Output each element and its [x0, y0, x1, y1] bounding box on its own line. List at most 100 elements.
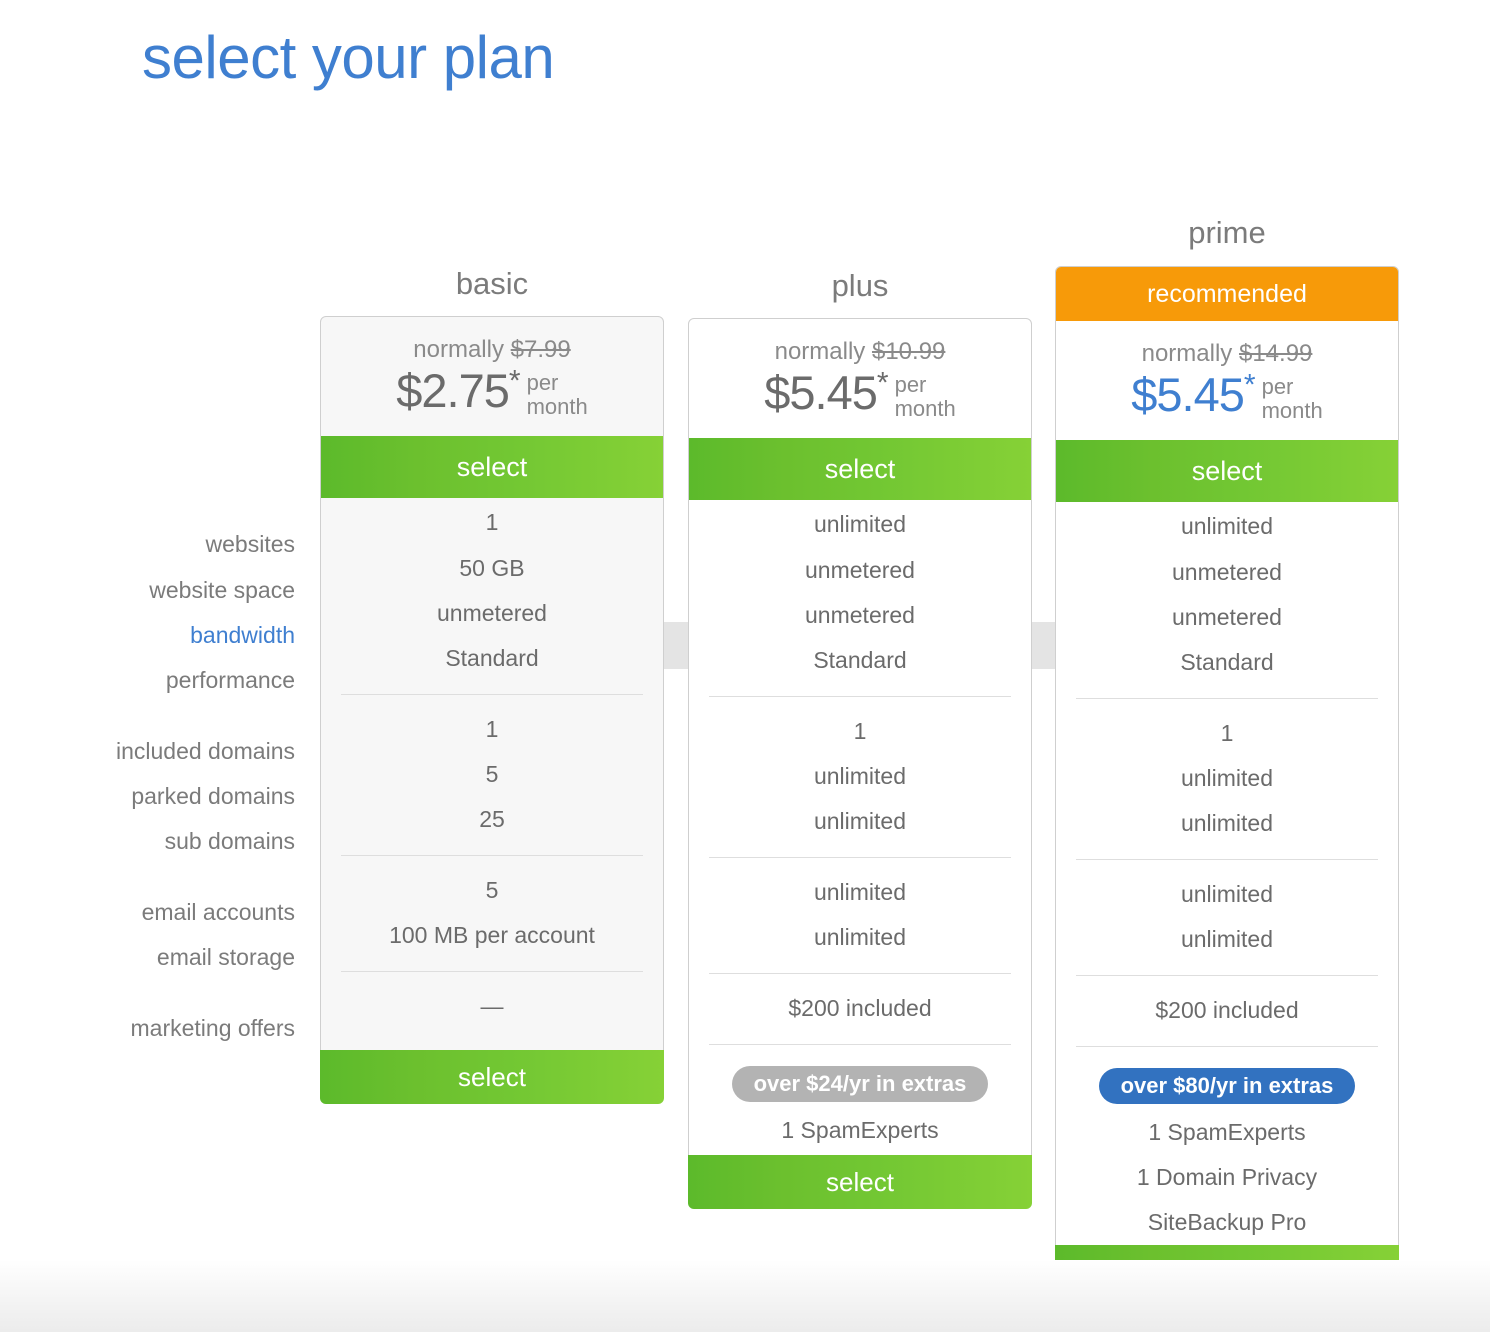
- value-marketing-offers-prime: $200 included: [1056, 988, 1398, 1033]
- value-included-domains-basic: 1: [321, 707, 663, 752]
- value-email-accounts-plus: unlimited: [689, 870, 1031, 915]
- normally-prefix: normally: [413, 336, 504, 363]
- feature-values-plus: unlimited unmetered unmetered Standard 1…: [689, 500, 1031, 1153]
- feature-label-email-accounts: email accounts: [60, 890, 295, 935]
- feature-label-website-space: website space: [60, 568, 295, 613]
- feature-label-sub-domains: sub domains: [60, 819, 295, 864]
- price-line-basic: $2.75* permonth: [396, 368, 587, 419]
- value-sub-domains-plus: unlimited: [689, 799, 1031, 844]
- select-button-top-basic[interactable]: select: [321, 436, 663, 498]
- value-parked-domains-plus: unlimited: [689, 754, 1031, 799]
- select-button-bottom-basic[interactable]: select: [320, 1050, 664, 1104]
- value-website-space-prime: unmetered: [1056, 550, 1398, 595]
- price-line-prime: $5.45* permonth: [1131, 372, 1322, 423]
- plan-name-prime: prime: [1055, 217, 1399, 248]
- select-button-top-prime[interactable]: select: [1056, 440, 1398, 502]
- group-separator: [709, 696, 1011, 697]
- plan-comparison: websites website space bandwidth perform…: [0, 0, 1490, 1332]
- extras-badge-row-prime: over $80/yr in extras: [1056, 1059, 1398, 1110]
- feature-values-basic: 1 50 GB unmetered Standard 1 5 25 5 100 …: [321, 498, 663, 1029]
- value-websites-plus: unlimited: [689, 500, 1031, 548]
- group-separator: [341, 694, 643, 695]
- footer-gradient-strip: [0, 1260, 1490, 1332]
- value-marketing-offers-basic: —: [321, 984, 663, 1029]
- value-performance-basic: Standard: [321, 636, 663, 681]
- normally-price-prime: normally $14.99: [1142, 342, 1313, 366]
- price-asterisk: *: [509, 365, 520, 398]
- value-email-accounts-basic: 5: [321, 868, 663, 913]
- feature-label-bandwidth[interactable]: bandwidth: [60, 613, 295, 658]
- group-separator: [1076, 975, 1378, 976]
- select-button-bottom-plus[interactable]: select: [688, 1155, 1032, 1209]
- feature-label-parked-domains: parked domains: [60, 774, 295, 819]
- old-price: $10.99: [872, 338, 945, 365]
- feature-label-websites: websites: [60, 520, 295, 568]
- price-amount-prime: $5.45*: [1131, 372, 1254, 417]
- feature-label-performance: performance: [60, 658, 295, 703]
- feature-label-marketing-offers: marketing offers: [60, 1006, 295, 1051]
- value-parked-domains-basic: 5: [321, 752, 663, 797]
- value-bandwidth-basic: unmetered: [321, 591, 663, 636]
- normally-prefix: normally: [775, 338, 866, 365]
- group-separator: [709, 1044, 1011, 1045]
- value-marketing-offers-plus: $200 included: [689, 986, 1031, 1031]
- value-included-domains-plus: 1: [689, 709, 1031, 754]
- price-amount-basic: $2.75*: [396, 368, 519, 413]
- plan-name-basic: basic: [320, 268, 664, 299]
- per-month-basic: permonth: [527, 371, 588, 419]
- extras-badge-row-plus: over $24/yr in extras: [689, 1057, 1031, 1108]
- price-amount-plus: $5.45*: [764, 370, 887, 415]
- group-separator: [1076, 859, 1378, 860]
- feature-values-prime: unlimited unmetered unmetered Standard 1…: [1056, 502, 1398, 1245]
- value-websites-prime: unlimited: [1056, 502, 1398, 550]
- select-button-top-plus[interactable]: select: [689, 438, 1031, 500]
- normally-prefix: normally: [1142, 340, 1233, 367]
- plan-card-body-basic: normally $7.99 $2.75* permonth select 1 …: [320, 316, 664, 1095]
- group-separator: [341, 971, 643, 972]
- price-block-basic: normally $7.99 $2.75* permonth: [321, 317, 663, 436]
- value-email-accounts-prime: unlimited: [1056, 872, 1398, 917]
- value-performance-plus: Standard: [689, 638, 1031, 683]
- value-email-storage-basic: 100 MB per account: [321, 913, 663, 958]
- extra-item-plus-0: 1 SpamExperts: [689, 1108, 1031, 1153]
- value-website-space-basic: 50 GB: [321, 546, 663, 591]
- value-bandwidth-prime: unmetered: [1056, 595, 1398, 640]
- per-month-prime: permonth: [1262, 375, 1323, 423]
- value-email-storage-prime: unlimited: [1056, 917, 1398, 962]
- recommended-ribbon: recommended: [1056, 267, 1398, 321]
- value-sub-domains-basic: 25: [321, 797, 663, 842]
- value-email-storage-plus: unlimited: [689, 915, 1031, 960]
- plan-name-plus: plus: [688, 270, 1032, 301]
- plan-card-body-prime: recommended normally $14.99 $5.45* permo…: [1055, 266, 1399, 1299]
- group-separator: [1076, 1046, 1378, 1047]
- value-sub-domains-prime: unlimited: [1056, 801, 1398, 846]
- value-websites-basic: 1: [321, 498, 663, 546]
- group-separator: [1076, 698, 1378, 699]
- extras-badge-plus: over $24/yr in extras: [732, 1066, 989, 1102]
- feature-label-included-domains: included domains: [60, 729, 295, 774]
- price-asterisk: *: [1244, 369, 1255, 402]
- per-month-plus: permonth: [895, 373, 956, 421]
- extra-item-prime-1: 1 Domain Privacy: [1056, 1155, 1398, 1200]
- value-bandwidth-plus: unmetered: [689, 593, 1031, 638]
- value-performance-prime: Standard: [1056, 640, 1398, 685]
- price-block-plus: normally $10.99 $5.45* permonth: [689, 319, 1031, 438]
- feature-label-column: websites website space bandwidth perform…: [60, 520, 295, 1051]
- price-asterisk: *: [877, 367, 888, 400]
- feature-label-email-storage: email storage: [60, 935, 295, 980]
- old-price: $14.99: [1239, 340, 1312, 367]
- price-block-prime: normally $14.99 $5.45* permonth: [1056, 321, 1398, 440]
- price-line-plus: $5.45* permonth: [764, 370, 955, 421]
- value-website-space-plus: unmetered: [689, 548, 1031, 593]
- normally-price-basic: normally $7.99: [413, 338, 570, 362]
- plan-card-body-plus: normally $10.99 $5.45* permonth select u…: [688, 318, 1032, 1205]
- group-separator: [341, 855, 643, 856]
- normally-price-plus: normally $10.99: [775, 340, 946, 364]
- value-included-domains-prime: 1: [1056, 711, 1398, 756]
- extra-item-prime-2: SiteBackup Pro: [1056, 1200, 1398, 1245]
- value-parked-domains-prime: unlimited: [1056, 756, 1398, 801]
- group-separator: [709, 973, 1011, 974]
- group-separator: [709, 857, 1011, 858]
- old-price: $7.99: [511, 336, 571, 363]
- extras-badge-prime: over $80/yr in extras: [1099, 1068, 1356, 1104]
